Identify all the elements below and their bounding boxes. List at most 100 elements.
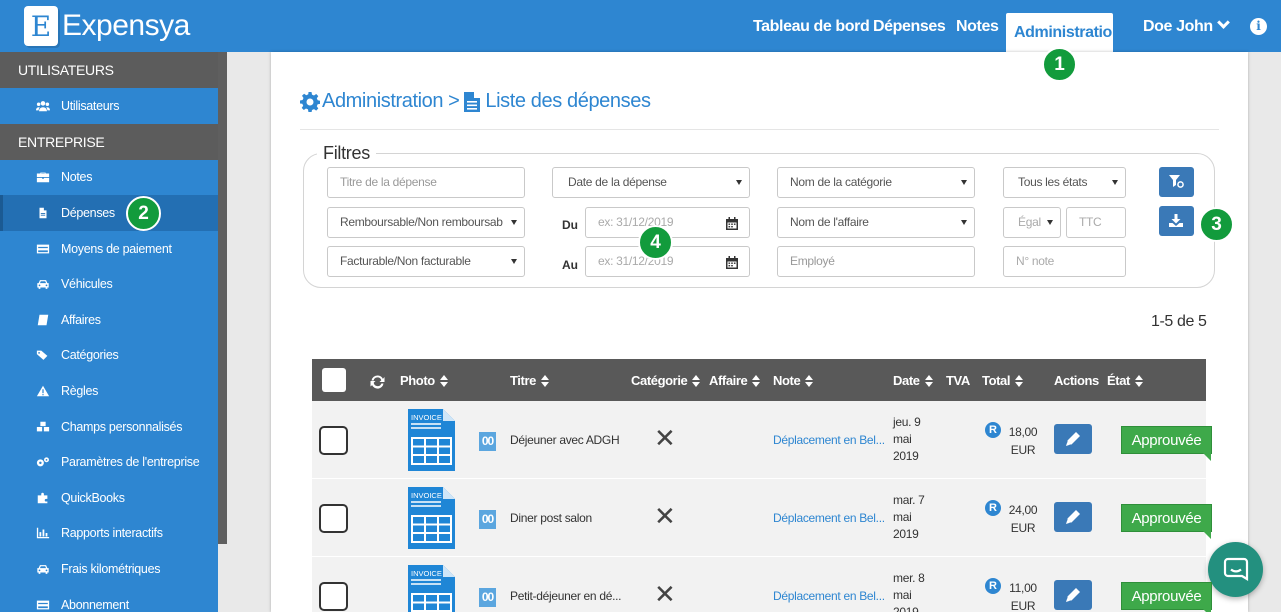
caret-down-icon bbox=[511, 259, 517, 264]
amount-operator-select[interactable]: Égal bbox=[1003, 207, 1061, 238]
column-affaire[interactable]: Affaire bbox=[709, 359, 761, 402]
date-type-select[interactable]: Date de la dépense bbox=[552, 167, 750, 198]
expense-type-badge: 00 bbox=[479, 510, 496, 529]
calendar-icon bbox=[726, 217, 738, 230]
row-checkbox[interactable] bbox=[319, 582, 348, 611]
sidebar-item-notes[interactable]: Notes bbox=[0, 160, 218, 196]
nav-notes[interactable]: Notes bbox=[956, 0, 999, 52]
row-checkbox[interactable] bbox=[319, 504, 348, 533]
sidebar-scrollbar[interactable] bbox=[218, 52, 227, 544]
column-note[interactable]: Note bbox=[773, 359, 814, 402]
book-icon bbox=[37, 314, 49, 326]
sidebar-item-champs-personnalises[interactable]: Champs personnalisés bbox=[0, 409, 218, 445]
clear-filters-button[interactable] bbox=[1159, 167, 1194, 197]
sidebar-item-depenses[interactable]: Dépenses bbox=[0, 195, 218, 231]
category-select[interactable]: Nom de la catégorie bbox=[777, 167, 975, 198]
sidebar-item-regles[interactable]: Règles bbox=[0, 373, 218, 409]
puzzle-icon bbox=[37, 492, 48, 503]
sidebar-item-utilisateurs[interactable]: Utilisateurs bbox=[0, 88, 218, 124]
svg-text:INVOICE: INVOICE bbox=[411, 569, 442, 578]
employee-input[interactable]: Employé bbox=[777, 246, 975, 277]
column-etat[interactable]: État bbox=[1107, 359, 1143, 402]
edit-button[interactable] bbox=[1054, 580, 1092, 610]
svg-text:INVOICE: INVOICE bbox=[411, 491, 442, 500]
sidebar-item-parametres-entreprise[interactable]: Paramètres de l'entreprise bbox=[0, 444, 218, 480]
sidebar-item-quickbooks[interactable]: QuickBooks bbox=[0, 480, 218, 516]
table-row[interactable]: INVOICE 00 Diner post salon ✕ Déplacemen… bbox=[312, 479, 1212, 557]
breadcrumb-root[interactable]: Administration bbox=[322, 90, 444, 113]
column-categorie[interactable]: Catégorie bbox=[631, 359, 701, 402]
edit-button[interactable] bbox=[1054, 424, 1092, 454]
expense-note-link[interactable]: Déplacement en Bel... bbox=[773, 433, 885, 447]
pencil-icon bbox=[1066, 510, 1080, 524]
no-category-icon: ✕ bbox=[654, 424, 676, 454]
download-icon bbox=[1169, 214, 1183, 227]
expense-note-link[interactable]: Déplacement en Bel... bbox=[773, 511, 885, 525]
car-icon bbox=[37, 280, 49, 289]
to-calendar-button[interactable] bbox=[714, 246, 750, 277]
sidebar-item-label: Rapports interactifs bbox=[61, 526, 163, 541]
billable-select[interactable]: Facturable/Non facturable bbox=[327, 246, 525, 277]
sidebar-item-vehicules[interactable]: Véhicules bbox=[0, 266, 218, 302]
refundable-select[interactable]: Remboursable/Non remboursab bbox=[327, 207, 525, 238]
receipt-thumbnail[interactable]: INVOICE bbox=[407, 564, 456, 612]
expense-amount: 11,00 EUR bbox=[1009, 581, 1037, 612]
callout-badge: 4 bbox=[638, 225, 673, 260]
cogs-icon bbox=[36, 457, 49, 467]
document-icon bbox=[464, 91, 481, 112]
column-total[interactable]: Total bbox=[982, 359, 1024, 402]
status-badge: Approuvée bbox=[1121, 426, 1212, 461]
caret-down-icon bbox=[961, 180, 967, 185]
sidebar-item-label: Utilisateurs bbox=[61, 98, 120, 113]
expense-note-link[interactable]: Déplacement en Bel... bbox=[773, 589, 885, 603]
expense-title[interactable]: Déjeuner avec ADGH bbox=[510, 433, 620, 447]
sidebar-item-abonnement[interactable]: Abonnement bbox=[0, 587, 218, 612]
user-menu[interactable]: Doe John bbox=[1143, 0, 1230, 52]
title-filter-input[interactable]: Titre de la dépense bbox=[327, 167, 525, 198]
column-titre[interactable]: Titre bbox=[510, 359, 549, 402]
credit-card-icon bbox=[36, 600, 50, 609]
app-logo[interactable]: E Expensya bbox=[24, 6, 190, 46]
sidebar-item-rapports-interactifs[interactable]: Rapports interactifs bbox=[0, 516, 218, 552]
from-calendar-button[interactable] bbox=[714, 207, 750, 238]
nav-depenses[interactable]: Dépenses bbox=[873, 0, 946, 52]
table-row[interactable]: INVOICE 00 Petit-déjeuner en dé... ✕ Dép… bbox=[312, 557, 1212, 612]
row-checkbox[interactable] bbox=[319, 426, 348, 455]
top-navigation-bar: E Expensya Tableau de bord Dépenses Note… bbox=[0, 0, 1281, 52]
breadcrumb-current: Liste des dépenses bbox=[485, 90, 651, 112]
sidebar-item-label: Notes bbox=[61, 170, 93, 185]
business-select[interactable]: Nom de l'affaire bbox=[777, 207, 975, 238]
amount-input[interactable]: TTC bbox=[1066, 207, 1126, 238]
column-photo[interactable]: Photo bbox=[400, 359, 448, 402]
receipt-thumbnail[interactable]: INVOICE bbox=[407, 486, 456, 550]
sidebar-item-frais-kilometriques[interactable]: Frais kilométriques bbox=[0, 551, 218, 587]
to-label: Au bbox=[562, 258, 578, 272]
expense-title[interactable]: Diner post salon bbox=[510, 511, 592, 525]
pencil-icon bbox=[1066, 432, 1080, 446]
sidebar-section-entreprise: ENTREPRISE bbox=[0, 123, 218, 160]
filters-panel: Filtres Titre de la dépense Remboursable… bbox=[303, 143, 1215, 288]
note-number-input[interactable]: N° note bbox=[1003, 246, 1126, 277]
status-badge: Approuvée bbox=[1121, 504, 1212, 539]
refresh-icon[interactable] bbox=[370, 374, 385, 389]
table-row[interactable]: INVOICE 00 Déjeuner avec ADGH ✕ Déplacem… bbox=[312, 401, 1212, 479]
receipt-thumbnail[interactable]: INVOICE bbox=[407, 408, 456, 472]
chat-launcher-button[interactable] bbox=[1208, 542, 1263, 597]
callout-badge: 3 bbox=[1199, 207, 1234, 242]
nav-tableau-de-bord[interactable]: Tableau de bord bbox=[753, 0, 870, 52]
sort-icon bbox=[1134, 375, 1143, 387]
sidebar-item-moyens-de-paiement[interactable]: Moyens de paiement bbox=[0, 231, 218, 267]
state-select[interactable]: Tous les états bbox=[1003, 167, 1126, 198]
caret-down-icon bbox=[961, 220, 967, 225]
pagination-summary: 1-5 de 5 bbox=[1151, 313, 1207, 330]
sidebar-item-affaires[interactable]: Affaires bbox=[0, 302, 218, 338]
export-button[interactable] bbox=[1159, 206, 1194, 236]
sort-icon bbox=[540, 375, 549, 387]
info-icon[interactable]: i bbox=[1250, 18, 1267, 35]
expense-title[interactable]: Petit-déjeuner en dé... bbox=[510, 589, 621, 603]
users-icon bbox=[36, 100, 50, 112]
column-date[interactable]: Date bbox=[893, 359, 933, 402]
sidebar-item-categories[interactable]: Catégories bbox=[0, 338, 218, 374]
select-all-checkbox[interactable] bbox=[322, 368, 346, 392]
edit-button[interactable] bbox=[1054, 502, 1092, 532]
